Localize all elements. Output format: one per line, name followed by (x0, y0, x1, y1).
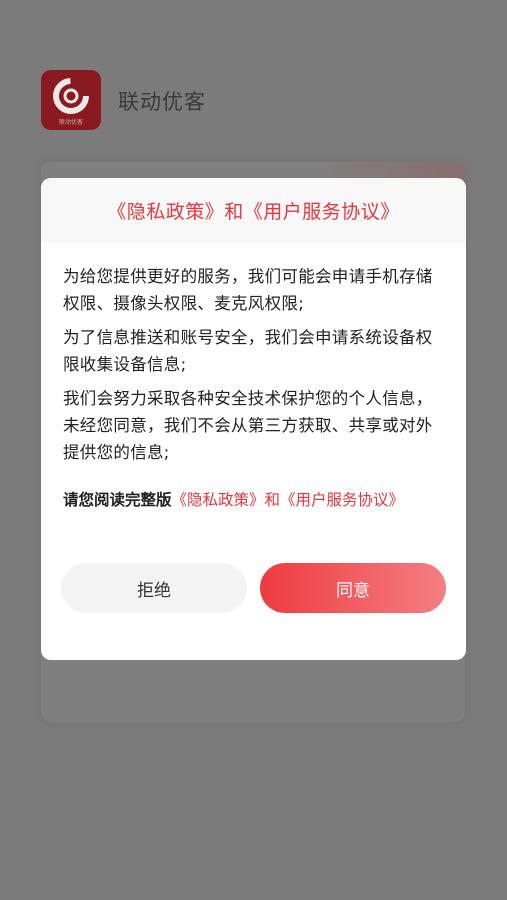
agree-button[interactable]: 同意 (260, 563, 446, 613)
read-full-policy-line: 请您阅读完整版《隐私政策》和《用户服务协议》 (63, 488, 444, 510)
data-security-paragraph: 我们会努力采取各种安全技术保护您的个人信息，未经您同意，我们不会从第三方获取、共… (63, 389, 433, 462)
dialog-body: 为给您提供更好的服务，我们可能会申请手机存储权限、摄像头权限、麦克风权限; 为了… (41, 243, 466, 510)
user-agreement-link[interactable]: 《用户服务协议》 (280, 491, 404, 509)
device-info-paragraph: 为了信息推送和账号安全，我们会申请系统设备权限收集设备信息; (63, 328, 433, 374)
reject-button[interactable]: 拒绝 (61, 563, 247, 613)
and-text: 和 (264, 491, 281, 509)
permission-paragraph: 为给您提供更好的服务，我们可能会申请手机存储权限、摄像头权限、麦克风权限; (63, 267, 433, 313)
dialog-buttons: 拒绝 同意 (61, 563, 446, 613)
dialog-header: 《隐私政策》和《用户服务协议》 (41, 178, 466, 243)
dialog-title: 《隐私政策》和《用户服务协议》 (107, 201, 400, 223)
logo-caption: 联动优客 (58, 119, 83, 126)
privacy-dialog: 《隐私政策》和《用户服务协议》 为给您提供更好的服务，我们可能会申请手机存储权限… (41, 178, 466, 660)
app-name: 联动优客 (118, 90, 206, 114)
privacy-policy-link[interactable]: 《隐私政策》 (172, 491, 265, 509)
read-prefix: 请您阅读完整版 (63, 491, 172, 509)
app-logo: 联动优客 (41, 70, 101, 130)
